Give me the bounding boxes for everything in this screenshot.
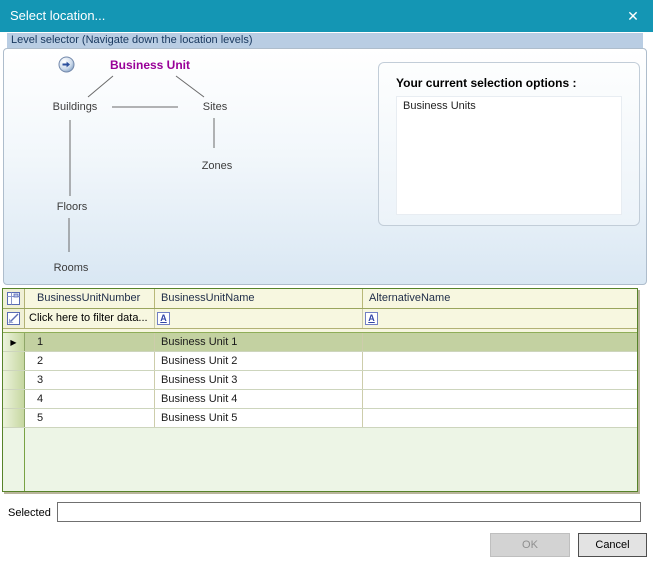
selection-options-listbox[interactable]: Business Units — [396, 96, 622, 215]
diagram-node-rooms[interactable]: Rooms — [46, 262, 96, 274]
cell-alternative — [363, 390, 637, 408]
grid-header-row: BusinessUnitNumber BusinessUnitName Alte… — [3, 289, 637, 309]
row-indicator-cell: ▶ — [3, 333, 25, 351]
grid-customize-icon — [7, 292, 20, 305]
row-indicator-cell — [3, 409, 25, 427]
diagram-node-sites[interactable]: Sites — [191, 101, 239, 113]
cell-number: 1 — [25, 333, 155, 351]
cell-alternative — [363, 409, 637, 427]
selected-label: Selected — [8, 507, 51, 519]
cell-alternative — [363, 333, 637, 351]
cell-number: 2 — [25, 352, 155, 370]
current-selection-title: Your current selection options : — [396, 76, 577, 90]
grid-row-4[interactable]: 4 Business Unit 4 — [3, 390, 637, 409]
cancel-button[interactable]: Cancel — [578, 533, 647, 557]
level-selector-header: Level selector (Navigate down the locati… — [7, 33, 643, 48]
ok-button[interactable]: OK — [490, 533, 570, 557]
filter-cell-businessunitname[interactable]: A — [155, 309, 363, 328]
grid-corner-cell[interactable] — [3, 289, 25, 308]
cell-alternative — [363, 352, 637, 370]
grid-row-1[interactable]: ▶ 1 Business Unit 1 — [3, 333, 637, 352]
dialog-titlebar: Select location... ✕ — [0, 0, 653, 32]
indicator-column-strip — [3, 428, 25, 491]
diagram-node-business-unit[interactable]: Business Unit — [103, 58, 197, 72]
filter-cell-alternativename[interactable]: A — [363, 309, 637, 328]
grid-filter-row: Click here to filter data... A A — [3, 309, 637, 329]
column-header-alternativename[interactable]: AlternativeName — [363, 289, 637, 308]
filter-row-indicator-cell[interactable] — [3, 309, 25, 328]
cell-name: Business Unit 4 — [155, 390, 363, 408]
selected-input[interactable] — [57, 502, 641, 522]
text-filter-type-icon[interactable]: A — [365, 312, 378, 325]
filter-edit-icon — [7, 312, 20, 325]
dialog-title: Select location... — [10, 8, 106, 23]
cell-name: Business Unit 3 — [155, 371, 363, 389]
navigate-up-circle-arrow-icon[interactable] — [58, 56, 75, 73]
business-unit-grid: BusinessUnitNumber BusinessUnitName Alte… — [2, 288, 638, 492]
diagram-node-floors[interactable]: Floors — [47, 201, 97, 213]
grid-empty-area — [3, 428, 637, 491]
current-selection-groupbox: Your current selection options : Busines… — [378, 62, 640, 226]
cell-number: 5 — [25, 409, 155, 427]
cell-name: Business Unit 2 — [155, 352, 363, 370]
close-icon[interactable]: ✕ — [624, 7, 642, 25]
row-indicator-cell — [3, 390, 25, 408]
diagram-node-zones[interactable]: Zones — [192, 160, 242, 172]
cell-number: 3 — [25, 371, 155, 389]
cell-alternative — [363, 371, 637, 389]
selection-option-item[interactable]: Business Units — [397, 97, 621, 115]
text-filter-type-icon[interactable]: A — [157, 312, 170, 325]
cell-number: 4 — [25, 390, 155, 408]
cell-name: Business Unit 5 — [155, 409, 363, 427]
row-indicator-cell — [3, 371, 25, 389]
cell-name: Business Unit 1 — [155, 333, 363, 351]
row-indicator-cell — [3, 352, 25, 370]
column-header-businessunitnumber[interactable]: BusinessUnitNumber — [25, 289, 155, 308]
grid-row-2[interactable]: 2 Business Unit 2 — [3, 352, 637, 371]
grid-row-5[interactable]: 5 Business Unit 5 — [3, 409, 637, 428]
filter-prompt-cell[interactable]: Click here to filter data... — [25, 309, 155, 328]
diagram-node-buildings[interactable]: Buildings — [44, 101, 106, 113]
column-header-businessunitname[interactable]: BusinessUnitName — [155, 289, 363, 308]
grid-row-3[interactable]: 3 Business Unit 3 — [3, 371, 637, 390]
current-row-arrow-icon: ▶ — [10, 337, 17, 347]
